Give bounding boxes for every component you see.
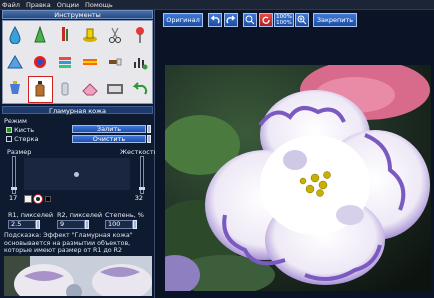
hardness-value: 32 [129,195,143,203]
color-picker-icon[interactable] [53,48,78,75]
pin-tool-icon[interactable] [127,21,152,48]
menu-bar: Файл Правка Опции Помощь [0,0,434,10]
size-slider-thumb[interactable] [11,187,17,190]
r1-input[interactable]: 2.5 [8,220,36,229]
size-label: Размер [7,148,32,156]
hint-text: Подсказка: Эффект "Гламурная кожа" основ… [4,232,133,254]
menu-edit[interactable]: Правка [26,1,51,9]
pencil-tool-icon[interactable] [53,21,78,48]
triangle-tool-icon[interactable] [3,48,28,75]
brush-preview-dot [74,172,79,177]
hardness-slider[interactable] [139,156,145,194]
zoom-out-icon [245,15,255,25]
refresh-icon [262,16,270,24]
zoom-out-button[interactable] [243,13,257,27]
pin-button[interactable]: Закрепить [313,13,357,27]
zoom-reset-button[interactable] [259,13,273,27]
brush-tool-icon[interactable] [102,48,127,75]
drop-tool-icon[interactable] [3,21,28,48]
preview-thumbnail [4,256,152,296]
size-color-swatch[interactable] [24,195,32,203]
scissors-tool-icon[interactable] [102,21,127,48]
cone-tool-icon[interactable] [28,21,53,48]
zoom-in-icon [297,15,307,25]
menu-options[interactable]: Опции [57,1,79,9]
tools-grid [2,20,153,104]
zoom-in-button[interactable] [295,13,309,27]
mode-brush-option[interactable]: Кисть [6,126,34,134]
cup-tool-icon[interactable] [3,76,28,103]
gradient-tool-icon[interactable] [28,48,53,75]
image-viewer [150,30,434,298]
stamp-tool-icon[interactable] [78,21,103,48]
tools-panel-title: Инструменты [2,10,153,19]
zoom-level-bottom: 100% [276,20,292,26]
size-slider[interactable] [11,156,17,194]
mode-eraser-checkbox[interactable] [6,136,12,142]
menu-file[interactable]: Файл [2,1,20,9]
hardness-label: Жесткость [120,148,158,156]
zoom-level: 100% 100% [274,13,294,27]
glam-skin-panel: Гламурная кожа Режим Кисть Стерка Залить… [2,106,157,298]
tube-tool-icon[interactable] [53,76,78,103]
r1-spin-icon[interactable] [36,220,40,229]
fill-button[interactable]: Залить [72,125,146,133]
fill-spin-icon[interactable] [147,125,151,133]
mode-label: Режим [4,117,27,125]
degree-label: Степень, % [105,211,144,219]
menu-help[interactable]: Помощь [85,1,113,9]
eraser-tool-icon[interactable] [78,76,103,103]
clear-spin-icon[interactable] [147,135,151,143]
undo-button[interactable] [208,13,222,27]
bottle-tool-icon[interactable] [27,75,53,103]
left-panel: Инструменты Гламурная кожа Режим Кисть С… [0,10,157,298]
film-tool-icon[interactable] [102,76,127,103]
r2-spin-icon[interactable] [85,220,89,229]
equalizer-icon[interactable] [127,48,152,75]
hardness-slider-thumb[interactable] [139,187,145,190]
brush-shape-round-icon[interactable] [33,194,43,204]
viewer-toolbar: Оригинал 100% 100% Закрепить [155,10,434,30]
r2-label: R2, пикселей [57,211,103,219]
redo-arrow-icon [226,15,236,24]
original-button[interactable]: Оригинал [163,13,203,27]
undo-arrow-icon [210,15,220,24]
mode-brush-label: Кисть [14,126,35,134]
degree-spin-icon[interactable] [133,220,137,229]
clear-button[interactable]: Очистить [72,135,146,143]
main-photo[interactable] [150,60,431,295]
undo-icon[interactable] [127,76,152,103]
mode-brush-checkbox[interactable] [6,127,12,133]
brush-shape-square-icon[interactable] [45,196,51,202]
mode-eraser-label: Стерка [14,135,39,143]
glam-panel-title: Гламурная кожа [2,106,153,115]
mode-eraser-option[interactable]: Стерка [6,135,38,143]
rainbow-tool-icon[interactable] [78,48,103,75]
redo-button[interactable] [224,13,238,27]
r2-input[interactable]: 9 [57,220,85,229]
size-value: 17 [7,195,20,203]
r1-label: R1, пикселей [8,211,54,219]
degree-input[interactable]: 100 [105,220,133,229]
brush-preview [24,158,130,190]
